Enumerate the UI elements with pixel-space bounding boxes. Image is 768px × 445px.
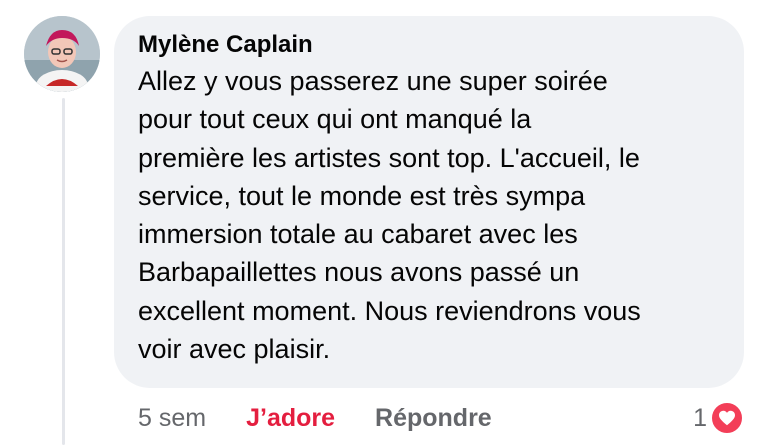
comment-text: Allez y vous passerez une super soirée p… — [138, 66, 641, 365]
comment-bubble: Mylène Caplain Allez y vous passerez une… — [114, 16, 744, 388]
reaction-summary[interactable]: 1 — [693, 400, 744, 436]
reply-button[interactable]: Répondre — [375, 404, 492, 433]
comment-timestamp[interactable]: 5 sem — [138, 404, 206, 433]
comment-author[interactable]: Mylène Caplain — [138, 30, 724, 60]
heart-icon — [710, 401, 744, 435]
reaction-count: 1 — [693, 403, 707, 432]
love-reaction-button[interactable]: J’adore — [246, 404, 335, 433]
thread-line — [62, 98, 65, 445]
comment-actions: 5 sem J’adore Répondre — [138, 400, 492, 436]
avatar[interactable] — [24, 16, 100, 92]
